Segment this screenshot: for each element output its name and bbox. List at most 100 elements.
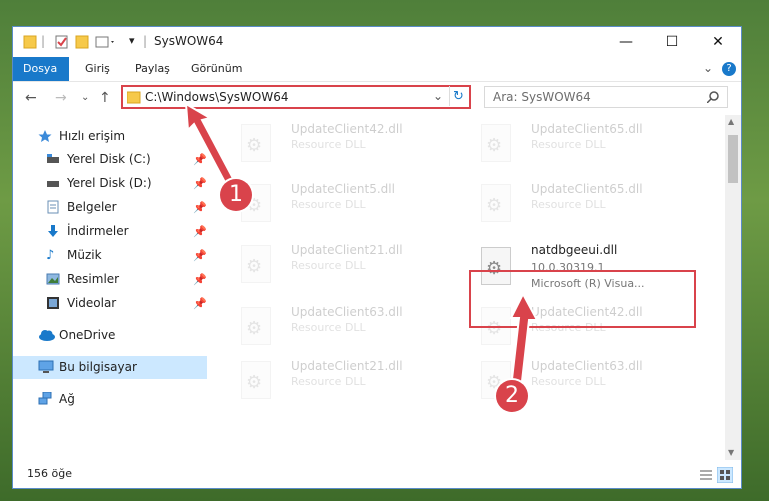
item-count: 156 öğe [27,467,72,480]
status-bar: 156 öğe [13,463,741,488]
sidebar-item-this-pc[interactable]: Bu bilgisayar [13,356,207,379]
pin-icon[interactable]: 📌 [193,244,207,267]
star-icon [38,130,52,142]
file-name: UpdateClient42.dll [291,122,403,136]
details-view-icon[interactable] [699,468,713,482]
sidebar-item-label: İndirmeler [67,224,129,238]
drive-icon [47,154,59,163]
customize-toolbar-icon[interactable] [95,34,117,50]
file-description: Resource DLL [291,198,366,211]
sidebar-item-quick-access[interactable]: Hızlı erişim [13,125,207,148]
tab-share[interactable]: Paylaş [125,57,180,81]
pictures-icon [46,273,60,285]
file-tile[interactable]: UpdateClient5.dll Resource DLL [221,178,451,228]
file-name: UpdateClient63.dll [291,305,403,319]
minimize-button[interactable]: — [603,27,649,57]
sidebar-item-label: Yerel Disk (D:) [67,176,152,190]
ribbon-expand-icon[interactable]: ⌄ [703,61,713,75]
address-bar[interactable]: C:\Windows\SysWOW64 ⌄ ↻ [121,85,471,109]
file-description: Resource DLL [531,198,606,211]
scrollbar-thumb[interactable] [728,135,738,183]
pin-icon[interactable]: 📌 [193,268,207,291]
sidebar-item-downloads[interactable]: İndirmeler 📌 [13,220,207,243]
sidebar-item-network[interactable]: Ağ [13,388,207,411]
computer-icon [38,360,54,373]
tab-view[interactable]: Görünüm [181,57,252,81]
file-name: UpdateClient5.dll [291,182,395,196]
dll-file-icon [481,184,511,222]
file-name: natdbgeeui.dll [531,243,618,257]
sidebar-item-local-disk-d[interactable]: Yerel Disk (D:) 📌 [13,172,207,195]
window-title: SysWOW64 [154,34,224,48]
document-icon [47,200,59,214]
divider [449,86,450,106]
title-bar: | ▾ | SysWOW64 — ☐ ✕ [13,27,741,57]
sidebar-item-label: Resimler [67,272,120,286]
file-name: UpdateClient65.dll [531,122,643,136]
file-tile[interactable]: UpdateClient21.dll Resource DLL [221,355,451,405]
help-icon[interactable]: ? [722,62,736,76]
vertical-scrollbar[interactable]: ▲ ▼ [725,115,741,460]
file-tile[interactable]: UpdateClient65.dll Resource DLL [461,118,691,168]
address-dropdown-icon[interactable]: ⌄ [433,89,443,103]
scroll-up-icon[interactable]: ▲ [728,117,734,126]
properties-icon[interactable] [55,34,69,50]
file-description: Resource DLL [531,138,606,151]
separator: | [41,34,46,48]
maximize-button[interactable]: ☐ [649,27,695,57]
sidebar-item-videos[interactable]: Videolar 📌 [13,292,207,315]
sidebar-item-pictures[interactable]: Resimler 📌 [13,268,207,291]
tab-home[interactable]: Giriş [75,57,120,81]
search-box[interactable]: Ara: SysWOW64 [484,86,728,108]
back-icon[interactable]: ← [25,90,37,106]
dll-file-icon [241,307,271,345]
qa-dropdown-icon[interactable]: ▾ [129,34,135,50]
recent-dropdown-icon[interactable]: ⌄ [81,92,89,103]
drive-icon [47,181,59,187]
file-tile[interactable]: UpdateClient21.dll Resource DLL [221,239,451,289]
sidebar-item-documents[interactable]: Belgeler 📌 [13,196,207,219]
file-description: Resource DLL [291,375,366,388]
pin-icon[interactable]: 📌 [193,196,207,219]
sidebar-item-label: Belgeler [67,200,117,214]
new-folder-icon[interactable] [75,34,89,50]
sidebar-item-label: Müzik [67,248,102,262]
pin-icon[interactable]: 📌 [193,220,207,243]
file-name: UpdateClient63.dll [531,359,643,373]
file-tile[interactable]: UpdateClient65.dll Resource DLL [461,178,691,228]
sidebar-item-music[interactable]: ♪ Müzik 📌 [13,244,207,267]
close-button[interactable]: ✕ [695,27,741,57]
ribbon: Dosya Giriş Paylaş Görünüm ⌄ ? [13,57,741,82]
file-description: Resource DLL [291,259,366,272]
address-row: ← → ⌄ ↑ C:\Windows\SysWOW64 ⌄ ↻ Ara: Sys… [13,82,741,114]
file-name: UpdateClient21.dll [291,243,403,257]
explorer-window: | ▾ | SysWOW64 — ☐ ✕ Dosya Giriş Paylaş … [13,27,741,488]
sidebar-item-onedrive[interactable]: OneDrive [13,324,207,347]
annotation-badge-2: 2 [496,380,528,412]
network-icon [38,392,52,405]
annotation-badge-1: 1 [220,179,252,211]
forward-icon[interactable]: → [55,90,67,106]
tab-file[interactable]: Dosya [13,57,69,81]
separator: | [143,34,148,48]
sidebar-item-label: OneDrive [59,328,116,342]
sidebar-item-label: Ağ [59,392,75,406]
up-icon[interactable]: ↑ [99,90,111,106]
search-icon [707,91,719,103]
sidebar-item-label: Bu bilgisayar [59,360,137,374]
file-tile[interactable]: UpdateClient42.dll Resource DLL [221,118,451,168]
file-tile[interactable]: UpdateClient63.dll Resource DLL [221,301,451,351]
tiles-view-icon[interactable] [717,467,733,483]
folder-icon [127,91,141,104]
video-icon [47,297,59,309]
dll-file-icon [481,124,511,162]
search-placeholder: Ara: SysWOW64 [493,90,591,104]
sidebar-item-local-disk-c[interactable]: Yerel Disk (C:) 📌 [13,148,207,171]
music-icon: ♪ [46,248,55,263]
cloud-icon [39,330,55,341]
refresh-icon[interactable]: ↻ [453,89,464,104]
file-description: Resource DLL [291,321,366,334]
pin-icon[interactable]: 📌 [193,292,207,315]
dll-file-icon [241,361,271,399]
scroll-down-icon[interactable]: ▼ [728,448,734,457]
